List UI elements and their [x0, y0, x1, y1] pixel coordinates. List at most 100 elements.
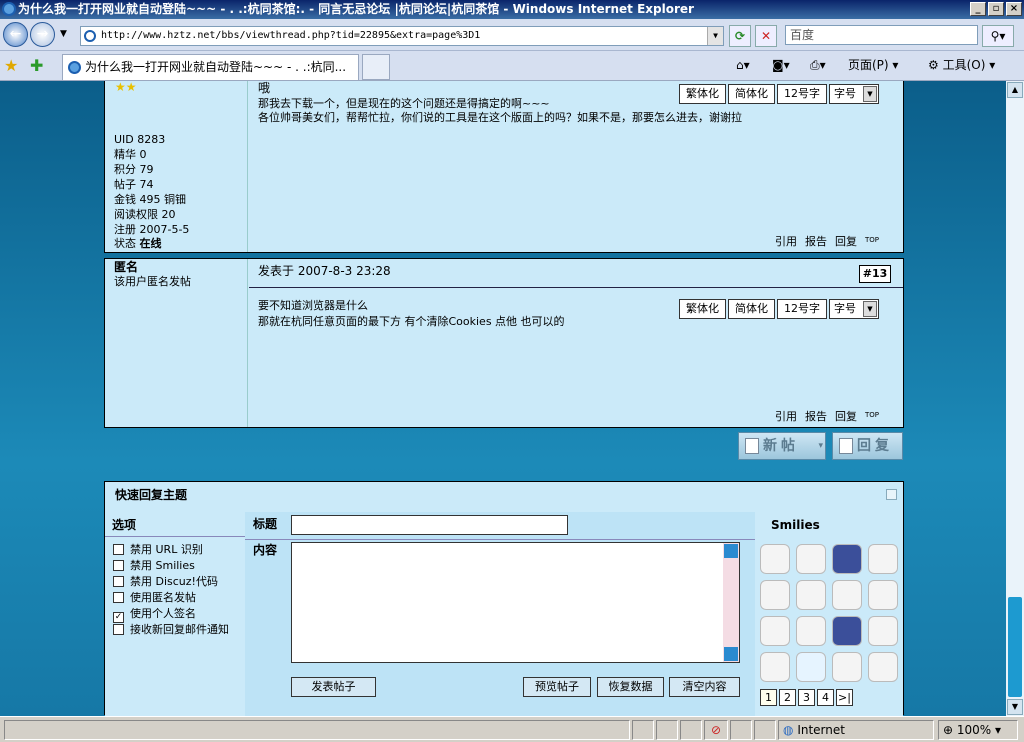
scroll-thumb[interactable] — [1008, 597, 1022, 697]
address-bar[interactable]: http://www.hztz.net/bbs/viewthread.php?t… — [80, 26, 724, 46]
option-email-notify[interactable]: 接收新回复邮件通知 — [113, 622, 229, 638]
post-previous: ★★ UID 8283 精华 0 积分 79 帖子 74 金钱 495 铜钿 阅… — [104, 81, 904, 253]
minimize-button[interactable]: _ — [970, 2, 986, 16]
option-disable-discuz[interactable]: 禁用 Discuz!代码 — [113, 574, 218, 590]
back-arrow-icon[interactable]: ← — [3, 22, 28, 47]
checkbox[interactable] — [113, 544, 124, 555]
address-dropdown-icon[interactable]: ▼ — [707, 27, 723, 45]
smilies-page-3[interactable]: 3 — [798, 689, 815, 706]
traditional-button[interactable]: 繁体化 — [679, 299, 726, 319]
popup-blocker-icon[interactable]: ⊘ — [704, 720, 728, 740]
reply-link[interactable]: 回复 — [835, 408, 857, 424]
scroll-down-icon[interactable]: ▼ — [1007, 699, 1023, 715]
clear-button[interactable]: 清空内容 — [669, 677, 740, 697]
checkbox[interactable] — [113, 624, 124, 635]
content-textarea[interactable] — [291, 542, 740, 663]
reply-link[interactable]: 回复 — [835, 233, 857, 249]
simplified-button[interactable]: 简体化 — [728, 299, 775, 319]
feeds-icon[interactable]: ◙▾ — [772, 55, 790, 75]
tab-favicon-icon — [68, 61, 81, 74]
security-zone[interactable]: ◍ Internet — [778, 720, 934, 740]
post-author-name[interactable]: 匿名 — [114, 260, 138, 275]
maximize-button[interactable]: ▫ — [988, 2, 1004, 16]
scroll-down-icon[interactable] — [724, 647, 738, 661]
post-previous-line1: 哦 — [258, 81, 271, 95]
checkbox[interactable] — [113, 592, 124, 603]
traditional-button[interactable]: 繁体化 — [679, 84, 726, 104]
checkbox[interactable] — [113, 576, 124, 587]
smilies-page-last[interactable]: >| — [836, 689, 853, 706]
preview-button[interactable]: 预览帖子 — [523, 677, 591, 697]
forward-arrow-icon[interactable]: → — [30, 22, 55, 47]
smiley-icon[interactable] — [868, 616, 898, 646]
refresh-icon[interactable]: ⟳ — [729, 25, 751, 47]
smiley-icon[interactable] — [760, 616, 790, 646]
simplified-button[interactable]: 简体化 — [728, 84, 775, 104]
page-menu[interactable]: 页面(P) ▾ — [848, 55, 898, 75]
page-scrollbar[interactable]: ▲ ▼ — [1006, 81, 1024, 716]
smiley-icon[interactable] — [832, 652, 862, 682]
font-size-select[interactable]: 字号 ▼ — [829, 84, 879, 104]
restore-button[interactable]: 恢复数据 — [597, 677, 664, 697]
collapse-icon[interactable] — [886, 489, 897, 500]
smiley-icon[interactable] — [796, 652, 826, 682]
option-anonymous[interactable]: 使用匿名发帖 — [113, 590, 196, 606]
chevron-down-icon: ▼ — [863, 301, 877, 317]
smiley-icon[interactable] — [832, 544, 862, 574]
smiley-icon[interactable] — [832, 616, 862, 646]
search-input[interactable]: 百度 — [785, 25, 978, 45]
new-post-button[interactable]: 新帖 ▾ — [738, 432, 826, 460]
quote-link[interactable]: 引用 — [775, 408, 797, 424]
post-divider — [249, 287, 903, 288]
home-icon[interactable]: ⌂▾ — [736, 55, 750, 75]
option-disable-smilies[interactable]: 禁用 Smilies — [113, 558, 195, 574]
floor-number[interactable]: #13 — [859, 265, 891, 283]
report-link[interactable]: 报告 — [805, 408, 827, 424]
smiley-icon[interactable] — [760, 652, 790, 682]
smiley-icon[interactable] — [868, 580, 898, 610]
search-go-icon[interactable]: ⚲▾ — [982, 25, 1014, 47]
stat-posts: 帖子 74 — [114, 178, 154, 191]
report-link[interactable]: 报告 — [805, 233, 827, 249]
option-disable-url[interactable]: 禁用 URL 识别 — [113, 542, 203, 558]
scroll-up-icon[interactable]: ▲ — [1007, 82, 1023, 98]
smiley-icon[interactable] — [760, 544, 790, 574]
smilies-page-4[interactable]: 4 — [817, 689, 834, 706]
quote-link[interactable]: 引用 — [775, 233, 797, 249]
smiley-icon[interactable] — [832, 580, 862, 610]
smiley-icon[interactable] — [760, 580, 790, 610]
reply-big-button[interactable]: 回复 — [832, 432, 903, 460]
font-12-button[interactable]: 12号字 — [777, 299, 827, 319]
author-uid: UID 8283 — [114, 133, 166, 146]
close-window-button[interactable]: × — [1006, 2, 1022, 16]
top-link[interactable]: TOP — [865, 233, 879, 249]
smiley-icon[interactable] — [796, 544, 826, 574]
options-label: 选项 — [112, 518, 137, 532]
new-tab-button[interactable] — [362, 54, 390, 80]
submit-post-button[interactable]: 发表帖子 — [291, 677, 376, 697]
tools-menu[interactable]: ⚙ 工具(O) ▾ — [928, 55, 995, 75]
checkbox[interactable] — [113, 560, 124, 571]
chevron-down-icon[interactable]: ▾ — [818, 433, 823, 459]
smiley-icon[interactable] — [796, 580, 826, 610]
tab-current-page[interactable]: 为什么我一打开网业就自动登陆~~~ - . .:杭同... — [62, 54, 359, 80]
zoom-control[interactable]: ⊕ 100% ▾ — [938, 720, 1018, 740]
font-12-button[interactable]: 12号字 — [777, 84, 827, 104]
print-icon[interactable]: ⎙▾ — [810, 55, 826, 75]
textarea-scrollbar[interactable] — [723, 543, 739, 662]
favorites-star-icon[interactable]: ★ — [4, 56, 18, 75]
history-dropdown-icon[interactable]: ▼ — [60, 29, 67, 39]
top-link[interactable]: TOP — [865, 408, 879, 424]
status-cell — [632, 720, 654, 740]
smiley-icon[interactable] — [868, 544, 898, 574]
add-favorite-icon[interactable]: ✚ — [30, 56, 43, 75]
scroll-up-icon[interactable] — [724, 544, 738, 558]
subject-input[interactable] — [291, 515, 568, 535]
font-size-select[interactable]: 字号 ▼ — [829, 299, 879, 319]
stop-icon[interactable]: ✕ — [755, 25, 777, 47]
smilies-page-2[interactable]: 2 — [779, 689, 796, 706]
smiley-icon[interactable] — [868, 652, 898, 682]
option-signature[interactable]: ✓ 使用个人签名 — [113, 606, 196, 623]
smilies-page-1[interactable]: 1 — [760, 689, 777, 706]
smiley-icon[interactable] — [796, 616, 826, 646]
